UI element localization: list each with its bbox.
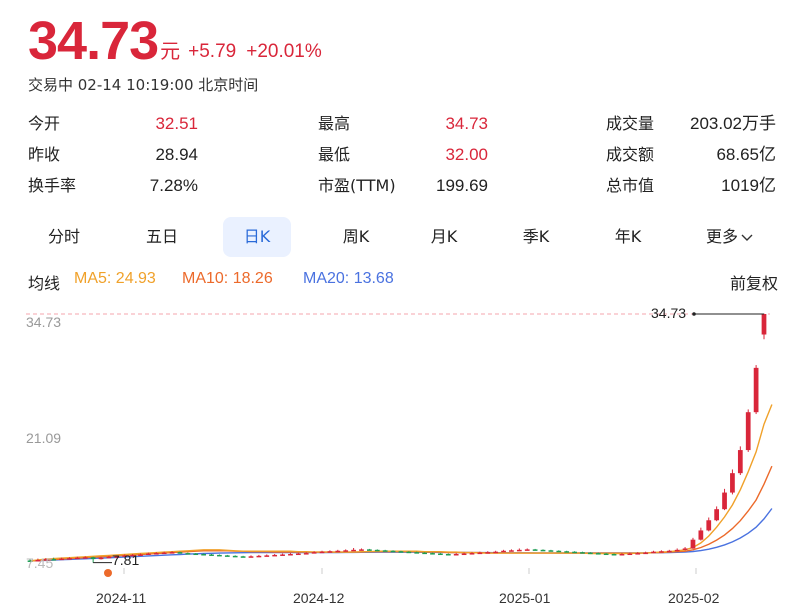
candle-body [635,553,641,555]
candle-body [430,553,435,555]
candle-body [374,549,380,552]
x-tick-label: 2025-01 [499,590,551,606]
candle-body [619,553,625,556]
candle-body [477,552,483,555]
candle-body [714,509,720,521]
candle-body [264,555,270,557]
candle-body [319,551,325,554]
candle-body [146,553,151,556]
candle-body [351,549,356,552]
candle-body [382,550,388,552]
candle-body [509,550,514,552]
ma10-line [29,465,773,562]
candle-body [469,553,475,555]
candle-body [240,556,246,558]
candle-body [414,552,420,554]
candle-body [303,553,309,555]
candle-body [493,551,499,554]
candle-body [722,492,727,510]
candle-body [485,552,491,554]
candle-body [580,552,585,554]
y-tick-label: 21.09 [26,430,62,446]
candle-body [185,553,191,555]
candle-body [288,553,293,556]
candle-body [217,554,222,557]
candle-body [67,558,72,560]
candle-body [367,549,372,551]
candle-body [595,553,601,555]
candle-body [161,552,167,555]
candle-body [390,550,396,553]
low-marker-dot [104,569,112,577]
candle-body [438,553,443,556]
candle-body [564,551,570,553]
candle-body [256,555,262,558]
candle-body [359,549,364,551]
candle-body [674,549,680,552]
candle-body [90,557,96,560]
candle-body [169,552,175,554]
candle-body [209,554,214,556]
candle-body [524,549,530,551]
candle-body [248,556,254,558]
candle-body [335,550,341,553]
candle-body [627,553,633,556]
candle-body [753,367,759,413]
candle-body [106,556,112,559]
candle-body [295,553,301,556]
candle-body [698,530,704,540]
candle-body [398,551,404,553]
candle-body [556,550,562,553]
candle-body [193,553,199,556]
candle-body [706,520,712,531]
x-tick-label: 2024-11 [96,590,147,606]
candle-body [98,557,104,560]
candle-body [201,553,207,556]
candle-body [177,552,183,554]
candle-body [643,552,648,555]
y-tick-label: 34.73 [26,314,62,330]
candle-body [532,549,538,551]
x-tick-label: 2024-12 [293,590,345,606]
x-tick-label: 2025-02 [668,590,720,606]
candle-body [540,549,546,552]
candle-body [74,557,80,560]
candle-body [501,550,506,553]
candle-body [737,450,743,474]
candle-body [422,552,427,555]
candle-body [461,553,467,556]
candle-body [445,553,451,556]
ma5-line [29,404,773,562]
candle-body [611,553,617,556]
high-marker-dot [692,312,696,316]
candle-body [453,553,459,556]
candle-body [659,551,664,553]
candle-body [272,554,278,557]
low-marker-label: 7.81 [112,552,140,568]
candle-body [311,552,317,554]
candle-body [82,557,88,559]
candle-body [232,555,238,558]
candle-body [406,551,412,554]
candle-body [548,550,554,552]
candle-body [651,551,656,554]
candle-body [224,555,230,557]
candle-body [745,412,751,451]
candle-body [153,553,159,555]
candle-body [666,550,672,553]
candle-body [280,554,285,556]
high-marker-label: 34.73 [651,305,687,321]
candle-body [587,552,593,555]
candle-body [761,314,767,335]
candle-body [682,548,688,550]
candle-body [343,550,349,552]
candle-body [59,558,64,561]
candle-body [327,551,333,553]
y-tick-label: 7.45 [26,555,54,571]
candle-body [603,553,609,556]
candle-body [730,473,735,493]
candle-body [516,549,522,552]
candle-body [690,539,696,549]
candle-body [572,551,577,554]
